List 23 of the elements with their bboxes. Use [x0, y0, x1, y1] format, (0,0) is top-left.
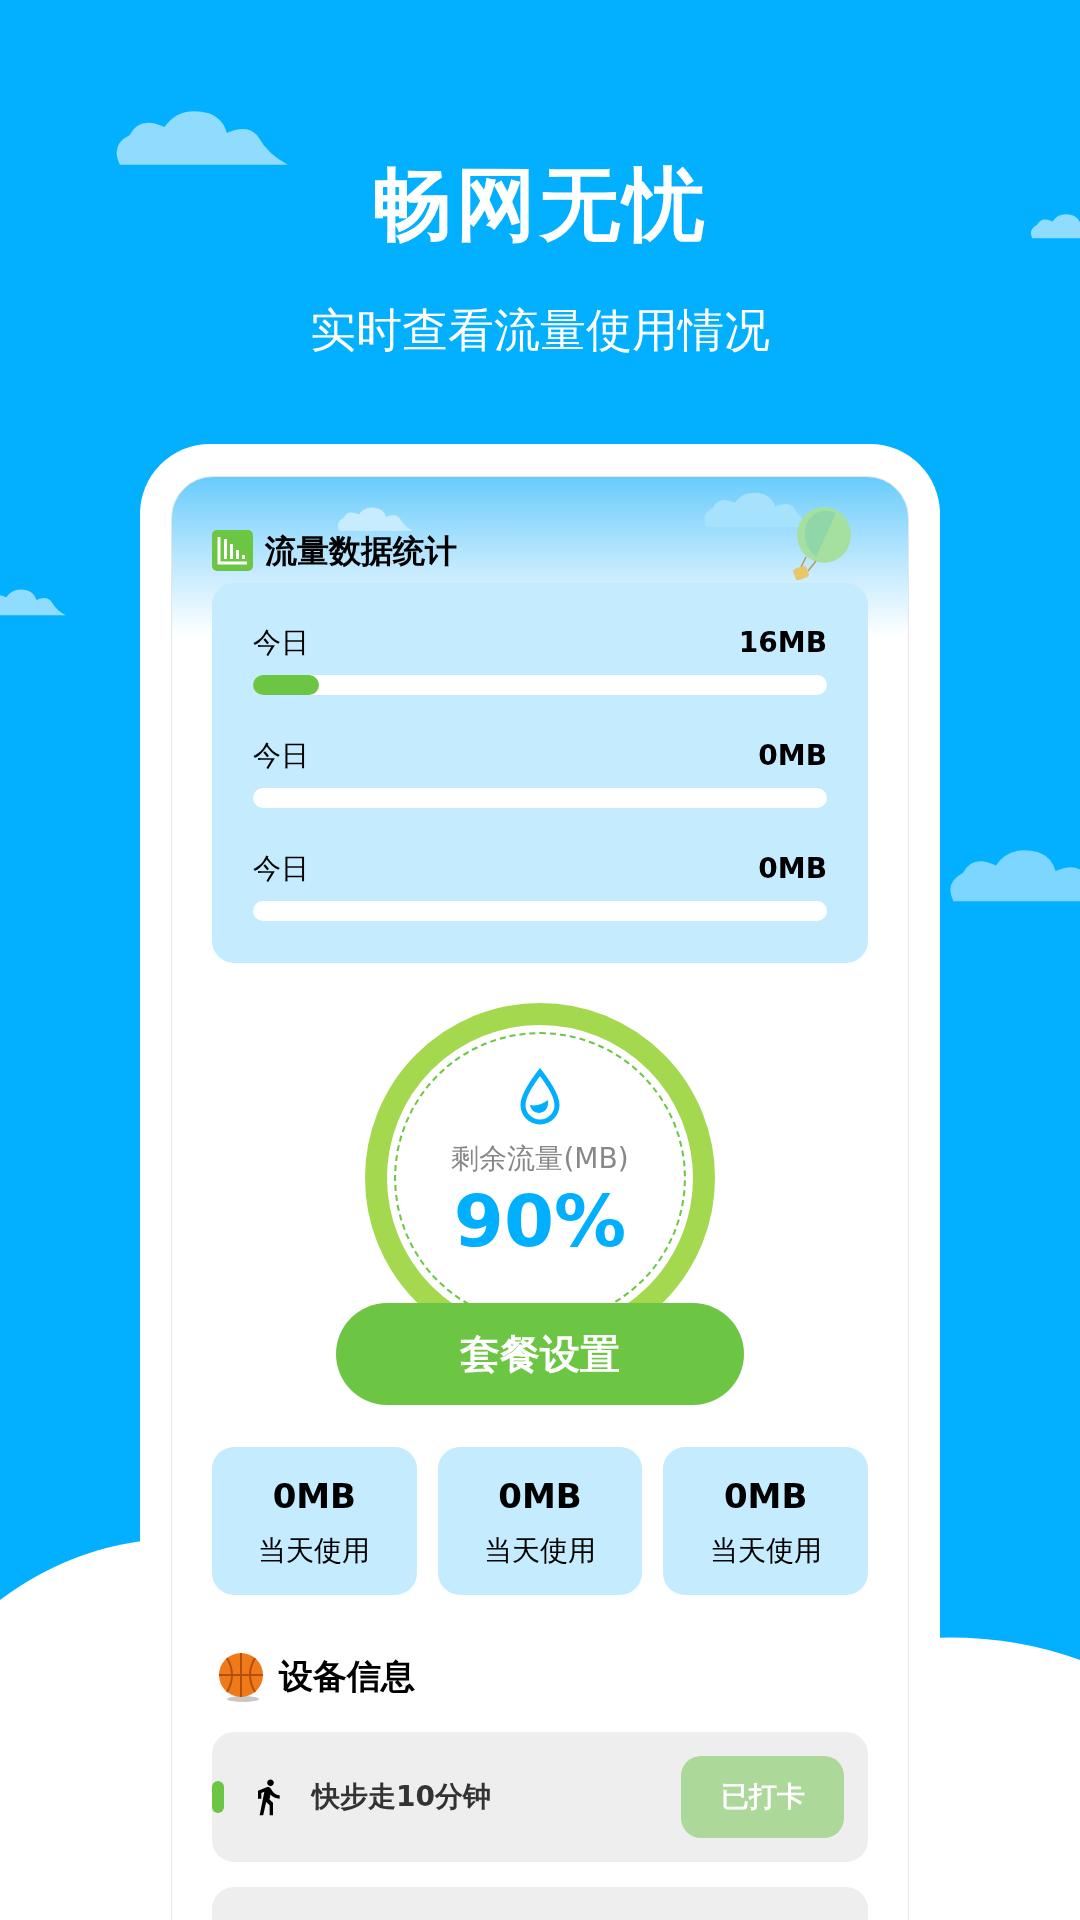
usage-label: 当天使用	[709, 1532, 822, 1569]
section-title: 设备信息	[279, 1655, 415, 1698]
row-label: 今日	[253, 738, 309, 774]
subheadline: 实时查看流量使用情况	[310, 302, 770, 358]
usage-value: 0MB	[498, 1474, 582, 1518]
usage-value: 0MB	[723, 1474, 808, 1518]
usage-label: 当天使用	[258, 1532, 371, 1569]
row-label: 今日	[253, 625, 309, 661]
remaining-percent: 90%	[453, 1180, 627, 1262]
row-label: 今日	[253, 851, 309, 887]
usage-label: 当天使用	[484, 1532, 596, 1569]
task-title: 快步走10分钟	[312, 1779, 491, 1815]
panel-title: 流量数据统计	[265, 532, 457, 569]
row-value: 16MB	[738, 625, 827, 661]
plan-settings-button[interactable]: 套餐设置	[336, 1303, 744, 1405]
basketball-icon	[217, 1651, 265, 1702]
remaining-label: 剩余流量(MB)	[451, 1141, 629, 1177]
row-value: 0MB	[758, 851, 827, 887]
row-value: 0MB	[758, 738, 827, 774]
headline: 畅网无忧	[372, 160, 708, 250]
bar-chart-icon	[212, 530, 253, 571]
usage-value: 0MB	[272, 1474, 357, 1518]
check-in-button[interactable]: 已打卡	[681, 1756, 844, 1838]
